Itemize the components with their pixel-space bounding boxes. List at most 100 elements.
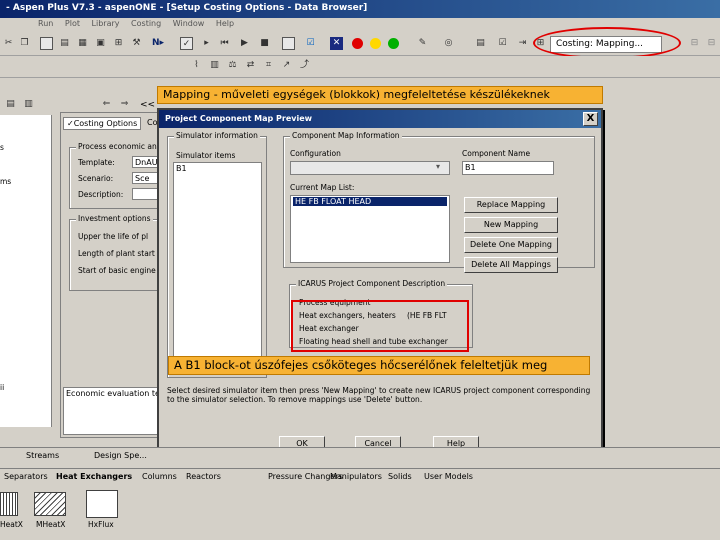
stop-icon[interactable]: ■: [258, 37, 271, 50]
investment-group-label: Investment options: [76, 214, 153, 223]
component-map-group: Component Map Information Configuration …: [283, 131, 595, 273]
stream-tabs-bar: Streams Design Spe...: [0, 447, 720, 465]
table-icon[interactable]: ▤: [474, 37, 487, 50]
heatx-model-icon[interactable]: [0, 492, 18, 516]
step-back-icon[interactable]: ⏮: [218, 37, 231, 50]
weight-icon[interactable]: ⚖: [226, 59, 239, 72]
tab-other[interactable]: Co: [147, 118, 157, 127]
costing-options-form: ✓Costing Options Co Process economic an …: [60, 112, 170, 438]
tree-node-3[interactable]: ii: [0, 383, 4, 392]
highlight-ellipse: [533, 27, 681, 59]
menu-library[interactable]: Library: [92, 19, 120, 28]
folder-up-icon[interactable]: ▥: [22, 98, 35, 111]
window-title: - Aspen Plus V7.3 - aspenONE - [Setup Co…: [6, 3, 368, 13]
costing-send-icon[interactable]: ⇥: [516, 37, 529, 50]
new-mapping-button[interactable]: New Mapping: [464, 217, 558, 233]
delete-x-icon[interactable]: ✕: [330, 37, 343, 50]
nav-right-icon[interactable]: ⇒: [118, 98, 131, 111]
copy-icon[interactable]: ❐: [18, 37, 31, 50]
results-check-icon[interactable]: ☑: [304, 37, 317, 50]
replace-mapping-button[interactable]: Replace Mapping: [464, 197, 558, 213]
lib-tab-heat-exchangers[interactable]: Heat Exchangers: [56, 472, 132, 481]
tree-node-1[interactable]: s: [0, 143, 4, 152]
lib-tab-separators[interactable]: Separators: [4, 472, 48, 481]
cut-icon[interactable]: ✂: [2, 37, 15, 50]
current-map-item[interactable]: HE FB FLOAT HEAD: [293, 197, 447, 206]
align-icon[interactable]: ⊟: [688, 37, 701, 50]
tree-node-2[interactable]: ms: [0, 177, 11, 186]
delete-one-mapping-button[interactable]: Delete One Mapping: [464, 237, 558, 253]
plot-icon[interactable]: ⌗: [262, 59, 275, 72]
edit-icon[interactable]: ✎: [416, 37, 429, 50]
status-green-icon[interactable]: [388, 38, 399, 49]
scenario-label: Scenario:: [78, 174, 114, 183]
nav-back-button[interactable]: <<: [140, 100, 155, 110]
costing-check-icon[interactable]: ☑: [496, 37, 509, 50]
check-icon[interactable]: ✓: [180, 37, 193, 50]
dialog-title-bar: Project Component Map Preview: [159, 110, 601, 128]
tree-toggle-icon[interactable]: ▤: [4, 98, 17, 111]
nav-left-icon[interactable]: ⇐: [100, 98, 113, 111]
length-plant-label: Length of plant start: [78, 249, 155, 258]
lib-tab-columns[interactable]: Columns: [142, 472, 177, 481]
menu-window[interactable]: Window: [173, 19, 205, 28]
mheatx-model-icon[interactable]: [34, 492, 66, 516]
annotation-banner-top: Mapping - műveleti egységek (blokkok) me…: [157, 86, 603, 104]
component-name-label: Component Name: [462, 149, 531, 158]
play-icon[interactable]: ▸: [200, 37, 213, 50]
menu-plot[interactable]: Plot: [65, 19, 80, 28]
menu-costing[interactable]: Costing: [131, 19, 161, 28]
icarus-description-label: ICARUS Project Component Description: [296, 279, 448, 288]
menu-help[interactable]: Help: [216, 19, 234, 28]
tool-icon[interactable]: ⚒: [130, 37, 143, 50]
lib-tab-manipulators[interactable]: Manipulators: [330, 472, 382, 481]
menu-run[interactable]: Run: [38, 19, 53, 28]
bar-chart-icon[interactable]: ▥: [208, 59, 221, 72]
status-yellow-icon[interactable]: [370, 38, 381, 49]
close-button[interactable]: X: [583, 112, 598, 126]
grid-icon[interactable]: ▦: [76, 37, 89, 50]
tab-streams[interactable]: Streams: [26, 451, 59, 460]
heatx-label: HeatX: [0, 520, 23, 529]
step-icon[interactable]: ▶: [238, 37, 251, 50]
component-map-label: Component Map Information: [290, 131, 402, 140]
window-title-bar: - Aspen Plus V7.3 - aspenONE - [Setup Co…: [0, 0, 720, 18]
target-icon[interactable]: ◎: [442, 37, 455, 50]
lib-tab-solids[interactable]: Solids: [388, 472, 412, 481]
upper-life-label: Upper the life of pl: [78, 232, 149, 241]
delete-all-mappings-button[interactable]: Delete All Mappings: [464, 257, 558, 273]
simulator-items-list[interactable]: B1: [173, 162, 262, 374]
next-icon[interactable]: N▸: [150, 37, 166, 50]
data-browser-icon[interactable]: [40, 37, 53, 50]
current-map-label: Current Map List:: [290, 183, 355, 192]
dropdown-arrow-icon[interactable]: ▾: [436, 162, 440, 171]
status-red-icon[interactable]: [352, 38, 363, 49]
compare-icon[interactable]: ⇄: [244, 59, 257, 72]
lib-tab-reactors[interactable]: Reactors: [186, 472, 221, 481]
align2-icon[interactable]: ⊟: [705, 37, 718, 50]
component-name-field[interactable]: B1: [462, 161, 554, 175]
data-browser-tree[interactable]: s ms ii: [0, 115, 52, 427]
setup-icon[interactable]: ▣: [94, 37, 107, 50]
curve-icon[interactable]: ⤴: [298, 59, 311, 72]
simulator-item[interactable]: B1: [176, 164, 259, 173]
input-icon[interactable]: [282, 37, 295, 50]
component-map-dialog: Project Component Map Preview X Simulato…: [157, 108, 603, 460]
secondary-toolbar: ⌇ ▥ ⚖ ⇄ ⌗ ↗ ⤴: [0, 56, 720, 78]
process-group-label: Process economic an: [76, 142, 159, 151]
model-library-palette: HeatX MHeatX HxFlux: [0, 486, 720, 540]
economic-eval-field[interactable]: Economic evaluation temp: [63, 387, 169, 435]
hxflux-label: HxFlux: [88, 520, 114, 529]
simulator-info-group: Simulator information Simulator items B1: [167, 131, 267, 378]
current-map-list[interactable]: HE FB FLOAT HEAD: [290, 195, 450, 263]
lib-tab-user-models[interactable]: User Models: [424, 472, 473, 481]
tab-design-spec[interactable]: Design Spe...: [94, 451, 147, 460]
flowsheet-icon[interactable]: ⊞: [112, 37, 125, 50]
annotation-banner-bottom: A B1 block-ot úszófejes csőköteges hőcse…: [168, 356, 590, 375]
hxflux-model-icon[interactable]: [86, 490, 118, 518]
chart-icon[interactable]: ⌇: [190, 59, 203, 72]
tab-costing-options[interactable]: ✓Costing Options: [63, 117, 142, 130]
folder-icon[interactable]: ▤: [58, 37, 71, 50]
trend-icon[interactable]: ↗: [280, 59, 293, 72]
configuration-select[interactable]: [290, 161, 450, 175]
